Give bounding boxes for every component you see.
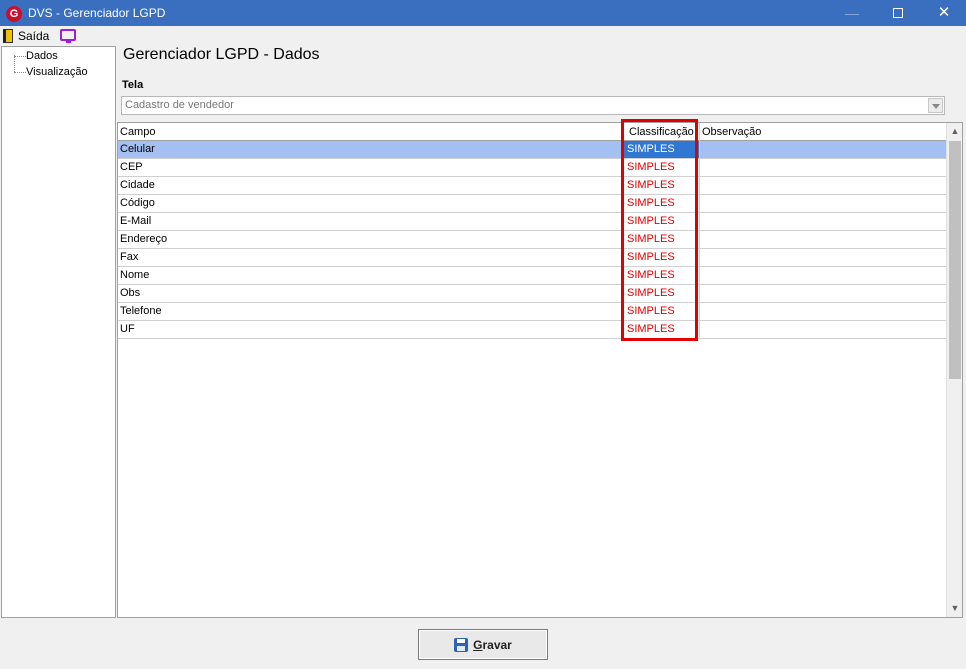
window-title: DVS - Gerenciador LGPD bbox=[28, 6, 166, 20]
cell-campo[interactable]: Fax bbox=[118, 249, 623, 266]
grid-header: Campo Classificação Observação bbox=[118, 123, 947, 141]
save-button[interactable]: Gravar bbox=[418, 629, 548, 660]
vertical-scrollbar[interactable]: ▲ ▼ bbox=[946, 123, 962, 617]
cell-observacao[interactable] bbox=[699, 195, 947, 212]
maximize-button[interactable] bbox=[875, 1, 921, 26]
column-header-observacao[interactable]: Observação bbox=[699, 123, 947, 141]
maximize-icon bbox=[893, 8, 903, 18]
cell-campo[interactable]: Cidade bbox=[118, 177, 623, 194]
cell-observacao[interactable] bbox=[699, 249, 947, 266]
save-label-rest: ravar bbox=[482, 637, 512, 652]
cell-classificacao[interactable]: SIMPLES bbox=[623, 249, 699, 266]
menu-bar: Saída bbox=[0, 26, 966, 45]
door-icon bbox=[3, 28, 13, 43]
dvs-logo-icon: G bbox=[6, 6, 22, 22]
table-row[interactable]: E-Mail SIMPLES bbox=[118, 213, 947, 231]
cell-classificacao[interactable]: SIMPLES bbox=[623, 141, 699, 158]
cell-campo[interactable]: Endereço bbox=[118, 231, 623, 248]
tree-item-label: Dados bbox=[26, 50, 58, 62]
footer-bar: Gravar bbox=[0, 618, 966, 669]
title-bar: G DVS - Gerenciador LGPD — ✕ bbox=[0, 0, 966, 26]
cell-campo[interactable]: E-Mail bbox=[118, 213, 623, 230]
tree-item-dados[interactable]: Dados bbox=[2, 48, 58, 64]
cell-observacao[interactable] bbox=[699, 303, 947, 320]
table-row[interactable]: UF SIMPLES bbox=[118, 321, 947, 339]
cell-classificacao[interactable]: SIMPLES bbox=[623, 231, 699, 248]
column-header-classificacao[interactable]: Classificação bbox=[623, 123, 699, 141]
exit-label: Saída bbox=[18, 28, 50, 43]
floppy-disk-icon bbox=[454, 637, 469, 652]
close-button[interactable]: ✕ bbox=[921, 1, 966, 26]
cell-observacao[interactable] bbox=[699, 285, 947, 302]
cell-classificacao[interactable]: SIMPLES bbox=[623, 303, 699, 320]
cell-observacao[interactable] bbox=[699, 267, 947, 284]
cell-campo[interactable]: CEP bbox=[118, 159, 623, 176]
cell-observacao[interactable] bbox=[699, 141, 947, 158]
cell-classificacao[interactable]: SIMPLES bbox=[623, 213, 699, 230]
cell-campo[interactable]: Telefone bbox=[118, 303, 623, 320]
column-header-campo[interactable]: Campo bbox=[118, 123, 623, 141]
cell-classificacao[interactable]: SIMPLES bbox=[623, 177, 699, 194]
chevron-down-icon[interactable] bbox=[928, 98, 943, 113]
cell-classificacao[interactable]: SIMPLES bbox=[623, 285, 699, 302]
table-row[interactable]: Celular SIMPLES bbox=[118, 141, 947, 159]
cell-observacao[interactable] bbox=[699, 213, 947, 230]
table-row[interactable]: Obs SIMPLES bbox=[118, 285, 947, 303]
cell-observacao[interactable] bbox=[699, 177, 947, 194]
cell-campo[interactable]: Código bbox=[118, 195, 623, 212]
cell-classificacao[interactable]: SIMPLES bbox=[623, 195, 699, 212]
table-row[interactable]: CEP SIMPLES bbox=[118, 159, 947, 177]
table-row[interactable]: Cidade SIMPLES bbox=[118, 177, 947, 195]
cell-observacao[interactable] bbox=[699, 159, 947, 176]
table-row[interactable]: Nome SIMPLES bbox=[118, 267, 947, 285]
tela-select-value: Cadastro de vendedor bbox=[125, 99, 234, 111]
grid-rows: Celular SIMPLES CEP SIMPLES Cidade SIMPLES Cód… bbox=[118, 141, 947, 339]
table-row[interactable]: Código SIMPLES bbox=[118, 195, 947, 213]
tree-branch bbox=[14, 71, 26, 73]
cell-classificacao[interactable]: SIMPLES bbox=[623, 267, 699, 284]
cell-campo[interactable]: Obs bbox=[118, 285, 623, 302]
table-row[interactable]: Endereço SIMPLES bbox=[118, 231, 947, 249]
cell-campo[interactable]: UF bbox=[118, 321, 623, 338]
cell-classificacao[interactable]: SIMPLES bbox=[623, 159, 699, 176]
tela-label: Tela bbox=[122, 79, 144, 91]
navigation-tree: Dados Visualização bbox=[1, 46, 116, 618]
tree-branch bbox=[14, 55, 26, 57]
scroll-up-icon[interactable]: ▲ bbox=[947, 123, 963, 140]
table-row[interactable]: Fax SIMPLES bbox=[118, 249, 947, 267]
cell-campo[interactable]: Celular bbox=[118, 141, 623, 158]
tree-item-visualizacao[interactable]: Visualização bbox=[2, 64, 88, 80]
tela-select[interactable]: Cadastro de vendedor bbox=[121, 96, 945, 115]
table-row[interactable]: Telefone SIMPLES bbox=[118, 303, 947, 321]
scroll-down-icon[interactable]: ▼ bbox=[947, 600, 963, 617]
cell-observacao[interactable] bbox=[699, 231, 947, 248]
page-title: Gerenciador LGPD - Dados bbox=[123, 46, 320, 63]
cell-campo[interactable]: Nome bbox=[118, 267, 623, 284]
exit-menu-item[interactable]: Saída bbox=[3, 27, 49, 44]
cell-observacao[interactable] bbox=[699, 321, 947, 338]
scrollbar-thumb[interactable] bbox=[949, 141, 961, 379]
save-button-label: Gravar bbox=[473, 638, 512, 652]
minimize-button[interactable]: — bbox=[829, 1, 875, 26]
tree-item-label: Visualização bbox=[26, 66, 88, 78]
monitor-icon[interactable] bbox=[60, 29, 76, 43]
cell-classificacao[interactable]: SIMPLES bbox=[623, 321, 699, 338]
fields-grid: Campo Classificação Observação Celular SI… bbox=[117, 122, 963, 618]
